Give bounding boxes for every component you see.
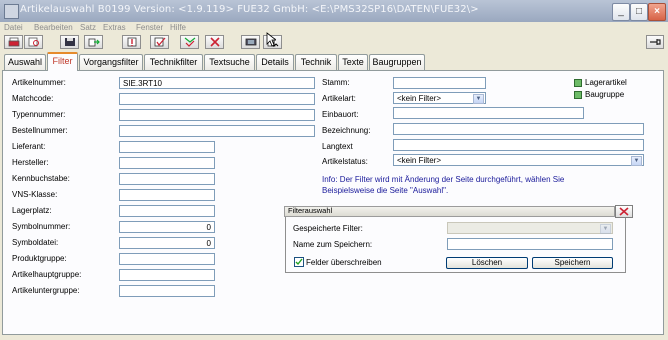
info-text: Info: Der Filter wird mit Änderung der S… bbox=[322, 174, 622, 196]
langtext-field[interactable] bbox=[393, 139, 644, 151]
tab-auswahl[interactable]: Auswahl bbox=[4, 54, 46, 70]
symboldatei-label: Symboldatei: bbox=[12, 238, 59, 247]
lagerplatz-label: Lagerplatz: bbox=[12, 206, 52, 215]
close-button[interactable]: × bbox=[648, 3, 666, 21]
kennbuchstabe-label: Kennbuchstabe: bbox=[12, 174, 70, 183]
baugruppe-legend-swatch bbox=[574, 91, 582, 99]
clear-filter-icon[interactable] bbox=[205, 35, 224, 49]
chevron-down-icon[interactable]: ▼ bbox=[600, 224, 611, 234]
info-line-2: Beispielsweise die Seite "Auswahl". bbox=[322, 186, 449, 195]
app-icon bbox=[4, 4, 19, 19]
menu-bearbeiten[interactable]: Bearbeiten bbox=[34, 23, 73, 32]
typennummer-field[interactable] bbox=[119, 109, 315, 121]
tab-texte[interactable]: Texte bbox=[338, 54, 368, 70]
bezeichnung-label: Bezeichnung: bbox=[322, 126, 371, 135]
artikelstatus-select[interactable]: <kein Filter> ▼ bbox=[393, 154, 644, 166]
matchcode-field[interactable] bbox=[119, 93, 315, 105]
print-icon[interactable] bbox=[4, 35, 23, 49]
vns-klasse-field[interactable] bbox=[119, 189, 215, 201]
artikelart-select[interactable]: <kein Filter> ▼ bbox=[393, 92, 486, 104]
einbauort-label: Einbauort: bbox=[322, 110, 359, 119]
produktgruppe-label: Produktgruppe: bbox=[12, 254, 67, 263]
artikelstatus-label: Artikelstatus: bbox=[322, 157, 368, 166]
delete-button[interactable]: Löschen bbox=[446, 257, 528, 269]
einbauort-field[interactable] bbox=[393, 107, 584, 119]
save-button[interactable]: Speichern bbox=[532, 257, 613, 269]
minimize-button[interactable]: _ bbox=[612, 3, 630, 21]
edit-check-icon[interactable] bbox=[150, 35, 169, 49]
langtext-label: Langtext bbox=[322, 142, 353, 151]
tab-textsuche[interactable]: Textsuche bbox=[204, 54, 255, 70]
report-icon[interactable] bbox=[241, 35, 260, 49]
lagerartikel-legend-label: Lagerartikel bbox=[585, 78, 627, 87]
new-record-icon[interactable] bbox=[122, 35, 141, 49]
chevron-down-icon[interactable]: ▼ bbox=[473, 94, 484, 104]
saved-filter-label: Gespeicherte Filter: bbox=[293, 224, 363, 233]
filterauswahl-header bbox=[284, 206, 615, 217]
tab-filter[interactable]: Filter bbox=[47, 52, 78, 71]
info-line-1: Info: Der Filter wird mit Änderung der S… bbox=[322, 175, 565, 184]
artikelhauptgruppe-label: Artikelhauptgruppe: bbox=[12, 270, 82, 279]
artikelart-value: <kein Filter> bbox=[397, 94, 442, 103]
tab-vorgangsfilter[interactable]: Vorgangsfilter bbox=[79, 54, 143, 70]
menu-extras[interactable]: Extras bbox=[103, 23, 126, 32]
save-name-label: Name zum Speichern: bbox=[293, 240, 373, 249]
tab-technikfilter[interactable]: Technikfilter bbox=[144, 54, 203, 70]
stamm-field[interactable] bbox=[393, 77, 486, 89]
save-icon[interactable] bbox=[60, 35, 79, 49]
artikeluntergruppe-field[interactable] bbox=[119, 285, 215, 297]
tab-baugruppen[interactable]: Baugruppen bbox=[369, 54, 425, 70]
bestellnummer-field[interactable] bbox=[119, 125, 315, 137]
overwrite-label: Felder überschreiben bbox=[306, 258, 382, 267]
lagerplatz-field[interactable] bbox=[119, 205, 215, 217]
tab-details[interactable]: Details bbox=[256, 54, 294, 70]
menu-satz[interactable]: Satz bbox=[80, 23, 96, 32]
artikelart-label: Artikelart: bbox=[322, 94, 356, 103]
bestellnummer-label: Bestellnummer: bbox=[12, 126, 68, 135]
saved-filter-select[interactable]: ▼ bbox=[447, 222, 613, 234]
hersteller-label: Hersteller: bbox=[12, 158, 49, 167]
stamm-label: Stamm: bbox=[322, 78, 350, 87]
export-icon[interactable] bbox=[84, 35, 103, 49]
tab-technik[interactable]: Technik bbox=[295, 54, 337, 70]
pin-icon[interactable] bbox=[646, 35, 664, 49]
title-bar[interactable]: Artikelauswahl B0199 Version: <1.9.119> … bbox=[0, 0, 668, 22]
matchcode-label: Matchcode: bbox=[12, 94, 54, 103]
typennummer-label: Typennummer: bbox=[12, 110, 66, 119]
print-preview-icon[interactable] bbox=[24, 35, 43, 49]
symboldatei-field[interactable]: 0 bbox=[119, 237, 215, 249]
window-title: Artikelauswahl B0199 Version: <1.9.119> … bbox=[20, 4, 479, 15]
overwrite-checkbox[interactable] bbox=[294, 257, 304, 267]
artikelnummer-label: Artikelnummer: bbox=[12, 78, 66, 87]
artikeluntergruppe-label: Artikeluntergruppe: bbox=[12, 286, 80, 295]
apply-filter-icon[interactable] bbox=[180, 35, 199, 49]
symbolnummer-label: Symbolnummer: bbox=[12, 222, 71, 231]
lagerartikel-legend-swatch bbox=[574, 79, 582, 87]
menu-bar: Datei Bearbeiten Satz Extras Fenster Hil… bbox=[0, 22, 668, 34]
mouse-cursor-icon bbox=[266, 32, 276, 47]
artikelhauptgruppe-field[interactable] bbox=[119, 269, 215, 281]
maximize-button[interactable]: □ bbox=[630, 3, 648, 21]
clear-filter-icon[interactable] bbox=[615, 205, 633, 218]
symbolnummer-field[interactable]: 0 bbox=[119, 221, 215, 233]
baugruppe-legend-label: Baugruppe bbox=[585, 90, 625, 99]
menu-fenster[interactable]: Fenster bbox=[136, 23, 163, 32]
vns-klasse-label: VNS-Klasse: bbox=[12, 190, 58, 199]
artikelstatus-value: <kein Filter> bbox=[397, 156, 442, 165]
chevron-down-icon[interactable]: ▼ bbox=[631, 156, 642, 166]
toolbar bbox=[0, 34, 668, 52]
menu-datei[interactable]: Datei bbox=[4, 23, 23, 32]
produktgruppe-field[interactable] bbox=[119, 253, 215, 265]
lieferant-label: Lieferant: bbox=[12, 142, 46, 151]
save-name-field[interactable] bbox=[447, 238, 613, 250]
filterauswahl-title: Filterauswahl bbox=[288, 206, 333, 215]
hersteller-field[interactable] bbox=[119, 157, 215, 169]
bezeichnung-field[interactable] bbox=[393, 123, 644, 135]
lieferant-field[interactable] bbox=[119, 141, 215, 153]
menu-hilfe[interactable]: Hilfe bbox=[170, 23, 186, 32]
kennbuchstabe-field[interactable] bbox=[119, 173, 215, 185]
artikelnummer-field[interactable]: SIE.3RT10 bbox=[119, 77, 315, 89]
